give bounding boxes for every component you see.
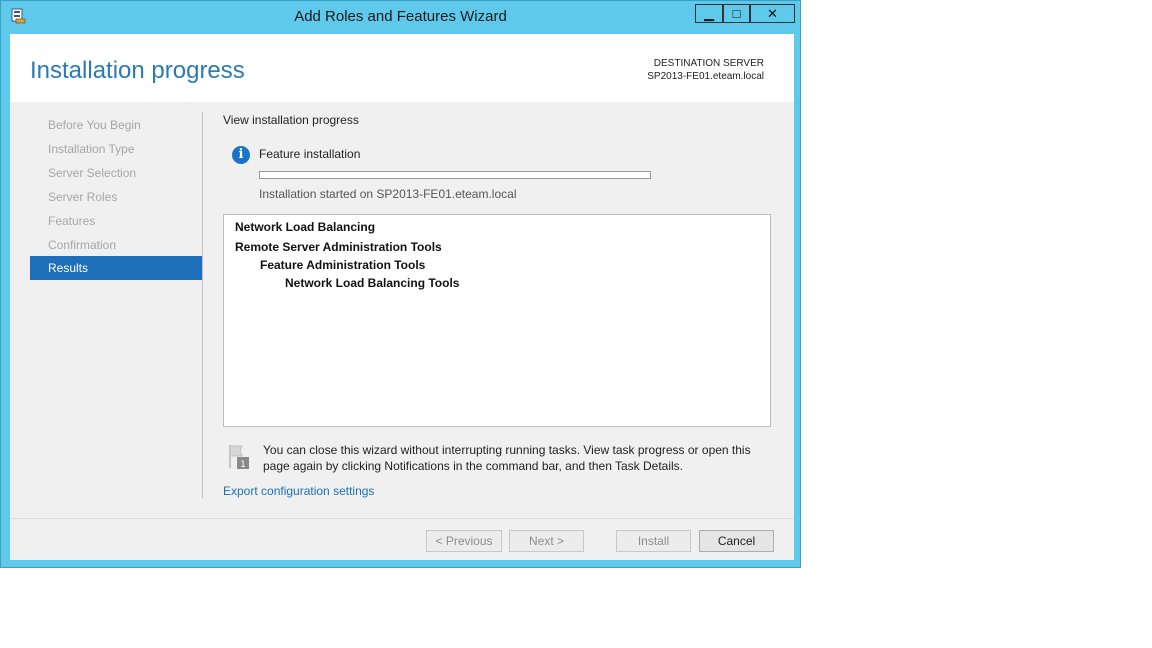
notification-flag-icon: 1 — [229, 445, 249, 470]
export-configuration-link[interactable]: Export configuration settings — [223, 484, 374, 498]
maximize-icon: □ — [732, 6, 741, 21]
install-button[interactable]: Install — [616, 530, 691, 552]
section-title: View installation progress — [223, 113, 359, 127]
close-icon: ✕ — [767, 5, 778, 21]
nav-item-features[interactable]: Features — [30, 209, 202, 233]
maximize-button[interactable]: □ — [723, 4, 750, 23]
nav-item-results[interactable]: Results — [30, 256, 202, 280]
feature-item: Remote Server Administration Tools — [235, 240, 442, 254]
next-button[interactable]: Next > — [509, 530, 584, 552]
wizard-body: Before You Begin Installation Type Serve… — [10, 102, 794, 518]
features-list-box[interactable]: Network Load Balancing Remote Server Adm… — [223, 214, 771, 427]
feature-item: Feature Administration Tools — [260, 258, 426, 272]
close-button[interactable]: ✕ — [750, 4, 795, 23]
nav-item-before-you-begin[interactable]: Before You Begin — [30, 113, 202, 137]
destination-server-name: SP2013-FE01.eteam.local — [647, 71, 764, 82]
wizard-footer: < Previous Next > Install Cancel — [10, 518, 794, 560]
nav-item-server-roles[interactable]: Server Roles — [30, 185, 202, 209]
results-content: View installation progress i Feature ins… — [223, 102, 783, 518]
close-wizard-note: You can close this wizard without interr… — [263, 443, 751, 473]
previous-button[interactable]: < Previous — [426, 530, 502, 552]
flag-badge-number: 1 — [240, 460, 246, 470]
wizard-header: Installation progress DESTINATION SERVER… — [10, 34, 794, 102]
title-bar[interactable]: Add Roles and Features Wizard ▁ □ ✕ — [1, 1, 800, 33]
wizard-window: Add Roles and Features Wizard ▁ □ ✕ Inst… — [0, 0, 801, 568]
nav-item-installation-type[interactable]: Installation Type — [30, 137, 202, 161]
minimize-icon: ▁ — [704, 5, 714, 21]
destination-server-label: DESTINATION SERVER — [653, 58, 764, 69]
minimize-button[interactable]: ▁ — [695, 4, 723, 23]
installation-started-text: Installation started on SP2013-FE01.etea… — [259, 187, 517, 201]
feature-item: Network Load Balancing — [235, 220, 376, 234]
nav-item-confirmation[interactable]: Confirmation — [30, 233, 202, 257]
wizard-client-area: Installation progress DESTINATION SERVER… — [10, 34, 794, 560]
feature-installation-label: Feature installation — [259, 147, 361, 161]
info-icon: i — [232, 146, 250, 164]
window-title: Add Roles and Features Wizard — [294, 8, 507, 25]
installation-progress-bar — [259, 171, 651, 179]
nav-item-server-selection[interactable]: Server Selection — [30, 161, 202, 185]
feature-item: Network Load Balancing Tools — [285, 276, 460, 290]
page-title: Installation progress — [30, 57, 245, 84]
cancel-button[interactable]: Cancel — [699, 530, 774, 552]
nav-divider — [202, 112, 203, 498]
